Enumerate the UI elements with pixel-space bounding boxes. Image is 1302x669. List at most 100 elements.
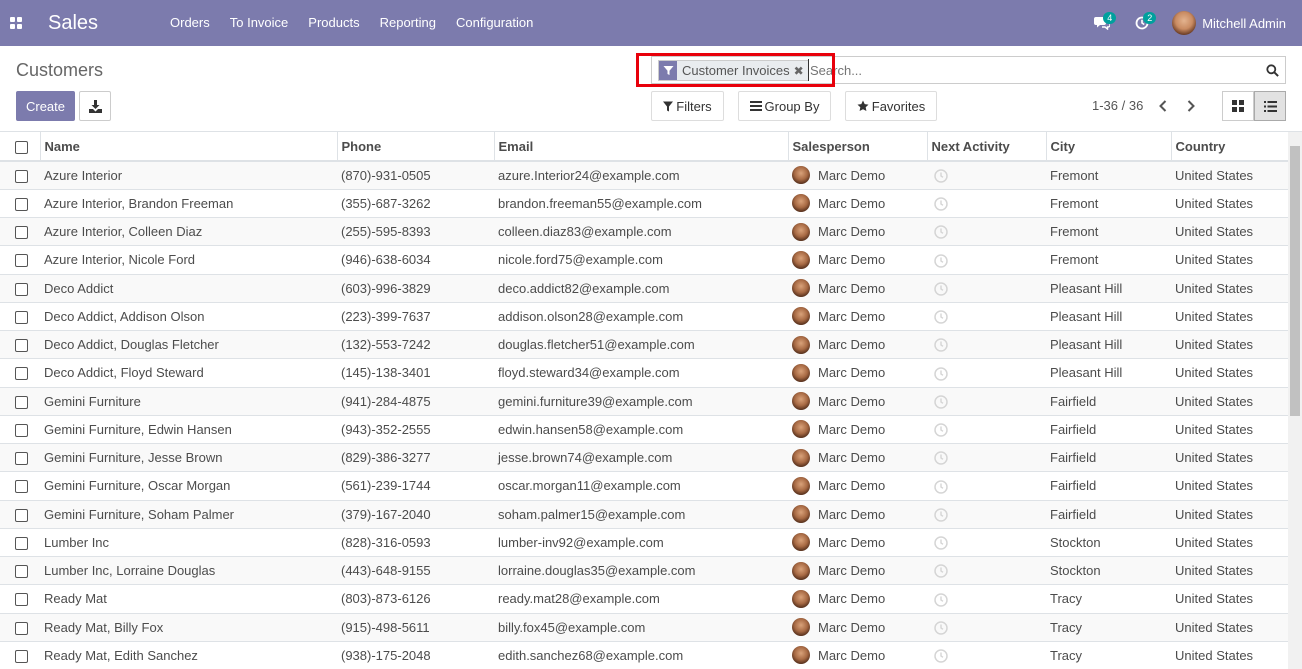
- column-header-name[interactable]: Name: [39, 132, 337, 162]
- activity-clock-icon[interactable]: [934, 451, 948, 466]
- scrollbar-thumb[interactable]: [1290, 146, 1300, 416]
- column-header-salesperson[interactable]: Salesperson: [787, 132, 927, 162]
- favorites-dropdown[interactable]: Favorites: [845, 91, 937, 121]
- column-header-city[interactable]: City: [1045, 132, 1171, 162]
- activity-clock-icon[interactable]: [934, 508, 948, 522]
- table-row[interactable]: Ready Mat, Edith Sanchez (938)-175-2048 ed…: [0, 641, 1288, 669]
- search-input[interactable]: [808, 59, 1248, 81]
- table-row[interactable]: Gemini Furniture (941)-284-4875 gemini.fur…: [0, 387, 1288, 416]
- row-checkbox[interactable]: [15, 310, 28, 324]
- row-select-cell[interactable]: [0, 189, 40, 217]
- row-select-cell[interactable]: [0, 444, 40, 472]
- row-checkbox[interactable]: [15, 226, 28, 240]
- pager-value[interactable]: 1-36 / 36: [1092, 98, 1143, 113]
- filters-dropdown[interactable]: Filters: [651, 91, 724, 121]
- row-checkbox[interactable]: [15, 367, 28, 381]
- export-button[interactable]: [79, 91, 111, 121]
- row-select-cell[interactable]: [0, 218, 40, 246]
- row-select-cell[interactable]: [0, 359, 40, 387]
- column-header-country[interactable]: Country: [1170, 132, 1288, 162]
- row-checkbox[interactable]: [15, 423, 28, 437]
- messages-button[interactable]: 4: [1082, 0, 1122, 46]
- table-row[interactable]: Ready Mat, Billy Fox (915)-498-5611 billy.…: [0, 613, 1288, 642]
- row-select-cell[interactable]: [0, 557, 40, 585]
- row-select-cell[interactable]: [0, 613, 40, 641]
- column-header-next-activity[interactable]: Next Activity: [926, 132, 1046, 162]
- row-select-cell[interactable]: [0, 585, 40, 613]
- row-select-cell[interactable]: [0, 246, 40, 274]
- create-button[interactable]: Create: [16, 91, 75, 121]
- table-row[interactable]: Gemini Furniture, Soham Palmer (379)-167-…: [0, 500, 1288, 529]
- row-select-cell[interactable]: [0, 500, 40, 528]
- table-row[interactable]: Gemini Furniture, Oscar Morgan (561)-239-…: [0, 472, 1288, 500]
- table-row[interactable]: Deco Addict, Addison Olson (223)-399-7637…: [0, 302, 1288, 331]
- row-checkbox[interactable]: [15, 565, 28, 579]
- activity-clock-icon[interactable]: [934, 253, 948, 268]
- activity-clock-icon[interactable]: [934, 366, 948, 381]
- menu-item-orders[interactable]: Orders: [160, 0, 220, 46]
- row-checkbox[interactable]: [15, 339, 28, 353]
- menu-item-to-invoice[interactable]: To Invoice: [220, 0, 299, 46]
- table-row[interactable]: Ready Mat (803)-873-6126 ready.mat28@examp…: [0, 585, 1288, 613]
- row-checkbox[interactable]: [15, 593, 28, 607]
- activity-clock-icon[interactable]: [934, 536, 948, 550]
- apps-menu-icon[interactable]: [0, 0, 32, 46]
- pager-next-button[interactable]: [1184, 97, 1198, 115]
- row-select-cell[interactable]: [0, 302, 40, 330]
- activity-clock-icon[interactable]: [934, 169, 948, 183]
- table-row[interactable]: Azure Interior (870)-931-0505 azure.Interi…: [0, 161, 1288, 190]
- activity-clock-icon[interactable]: [934, 197, 948, 211]
- row-checkbox[interactable]: [15, 649, 28, 663]
- list-view-button[interactable]: [1254, 91, 1286, 121]
- row-checkbox[interactable]: [15, 254, 28, 268]
- row-checkbox[interactable]: [15, 621, 28, 635]
- table-row[interactable]: Azure Interior, Colleen Diaz (255)-595-83…: [0, 217, 1288, 246]
- app-brand[interactable]: Sales: [48, 12, 144, 35]
- row-checkbox[interactable]: [15, 480, 28, 494]
- table-row[interactable]: Deco Addict (603)-996-3829 deco.addict82@e…: [0, 274, 1288, 303]
- row-checkbox[interactable]: [15, 395, 28, 409]
- activity-clock-icon[interactable]: [934, 649, 948, 663]
- row-select-cell[interactable]: [0, 415, 40, 443]
- menu-item-reporting[interactable]: Reporting: [370, 0, 446, 46]
- pager-previous-button[interactable]: [1156, 97, 1170, 115]
- row-checkbox[interactable]: [15, 197, 28, 211]
- table-row[interactable]: Azure Interior, Brandon Freeman (355)-687…: [0, 189, 1288, 218]
- table-row[interactable]: Gemini Furniture, Jesse Brown (829)-386-3…: [0, 443, 1288, 472]
- select-all-checkbox[interactable]: [15, 140, 28, 154]
- row-checkbox[interactable]: [15, 169, 28, 183]
- row-checkbox[interactable]: [15, 452, 28, 466]
- row-select-cell[interactable]: [0, 641, 40, 669]
- column-header-email[interactable]: Email: [493, 132, 788, 162]
- groupby-dropdown[interactable]: Group By: [738, 91, 831, 121]
- row-select-cell[interactable]: [0, 161, 40, 189]
- activities-button[interactable]: 2: [1122, 0, 1162, 46]
- row-checkbox[interactable]: [15, 536, 28, 550]
- activity-clock-icon[interactable]: [934, 225, 948, 240]
- vertical-scrollbar[interactable]: [1288, 132, 1302, 669]
- table-row[interactable]: Gemini Furniture, Edwin Hansen (943)-352-…: [0, 415, 1288, 444]
- column-header-phone[interactable]: Phone: [336, 132, 494, 162]
- search-icon[interactable]: [1265, 62, 1279, 78]
- activity-clock-icon[interactable]: [934, 310, 948, 324]
- activity-clock-icon[interactable]: [934, 479, 948, 494]
- menu-item-configuration[interactable]: Configuration: [446, 0, 543, 46]
- row-select-cell[interactable]: [0, 331, 40, 359]
- row-select-cell[interactable]: [0, 274, 40, 302]
- activity-clock-icon[interactable]: [934, 423, 948, 437]
- activity-clock-icon[interactable]: [934, 592, 948, 607]
- activity-clock-icon[interactable]: [934, 395, 948, 409]
- row-checkbox[interactable]: [15, 282, 28, 296]
- table-row[interactable]: Deco Addict, Floyd Steward (145)-138-3401…: [0, 359, 1288, 387]
- activity-clock-icon[interactable]: [934, 621, 948, 635]
- table-row[interactable]: Lumber Inc (828)-316-0593 lumber-inv92@exa…: [0, 528, 1288, 557]
- table-row[interactable]: Azure Interior, Nicole Ford (946)-638-603…: [0, 246, 1288, 274]
- kanban-view-button[interactable]: [1222, 91, 1254, 121]
- activity-clock-icon[interactable]: [934, 282, 948, 296]
- user-menu[interactable]: Mitchell Admin: [1172, 11, 1286, 35]
- menu-item-products[interactable]: Products: [298, 0, 369, 46]
- activity-clock-icon[interactable]: [934, 564, 948, 579]
- row-select-cell[interactable]: [0, 528, 40, 556]
- row-select-cell[interactable]: [0, 472, 40, 500]
- activity-clock-icon[interactable]: [934, 338, 948, 353]
